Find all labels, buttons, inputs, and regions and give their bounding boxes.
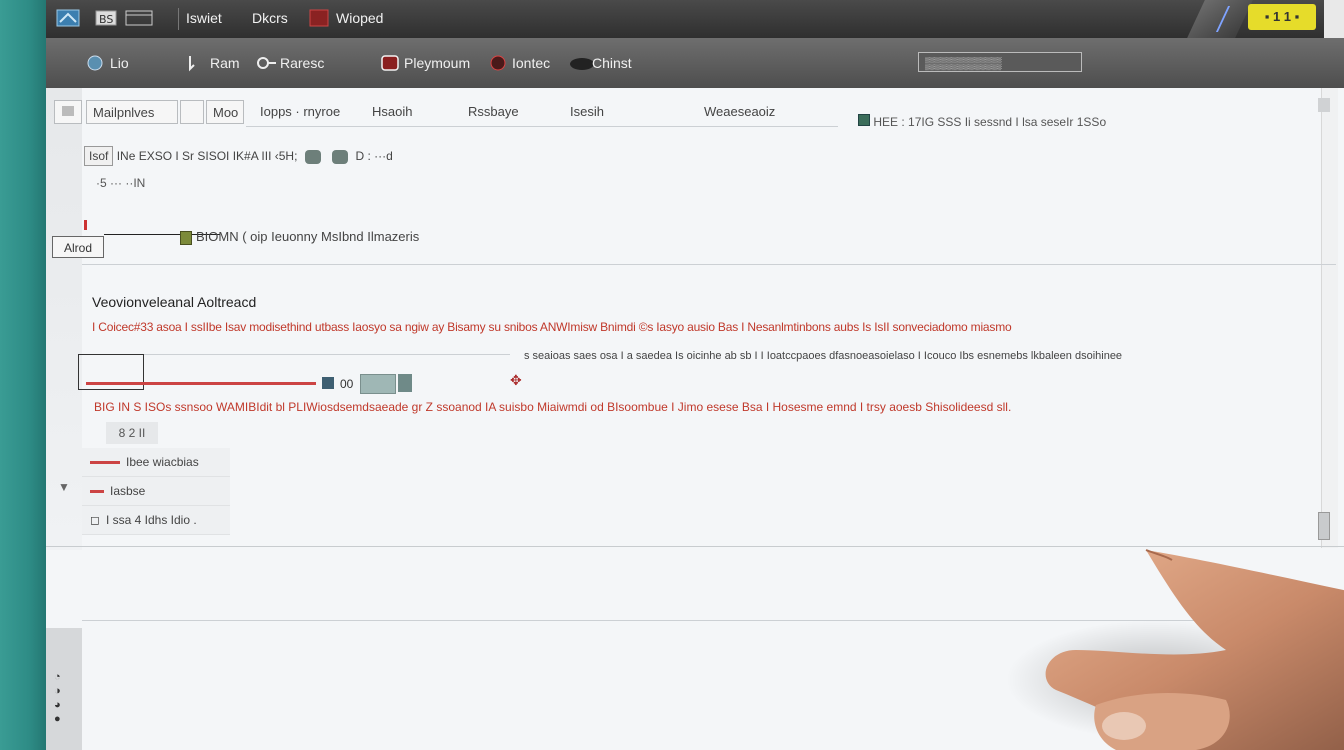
tool-icon-3[interactable]: ◕: [54, 698, 61, 712]
count-badge: 8 2 II: [106, 422, 158, 444]
toolbar-chinst-label: Chinst: [592, 55, 632, 71]
grid-icon[interactable]: BS: [94, 8, 118, 28]
tab-mailpnlves[interactable]: Mailpnlves: [86, 100, 178, 124]
tab-checkbox[interactable]: [180, 100, 204, 124]
slider-track[interactable]: [86, 382, 316, 385]
info-box[interactable]: Isof: [84, 146, 114, 166]
vertical-scrollbar[interactable]: [1321, 88, 1338, 548]
app-window: BS Iswiet Dkcrs Wioped ▪ 1 1 ▪ Lio Ram R…: [46, 0, 1344, 750]
toolbar-pleymoum-button[interactable]: Pleymoum: [380, 53, 470, 73]
status-badge[interactable]: ▪ 1 1 ▪: [1248, 4, 1316, 30]
highlighted-text-line-2: BIG IN S ISOs ssnsoo WAMIBIdit bl PLIWio…: [94, 400, 1012, 414]
toggle-pill-1[interactable]: [304, 149, 321, 164]
menu-item-2-label: Iasbse: [110, 484, 146, 498]
toolbar-ram-button[interactable]: Ram: [186, 53, 240, 73]
menu-item-1-label: Ibee wiacbias: [126, 455, 199, 469]
column-header-4[interactable]: Isesih: [570, 104, 604, 119]
menu-item-1[interactable]: Ibee wiacbias: [82, 448, 230, 477]
toolbar-iontec-label: Iontec: [512, 55, 551, 71]
toolbar-lio-label: Lio: [110, 55, 129, 71]
header-underline: [246, 126, 838, 127]
svg-text:BS: BS: [99, 13, 113, 26]
tool-icon-4[interactable]: ●: [54, 712, 61, 726]
toggle-pill-2[interactable]: [332, 149, 349, 164]
menu-item-wioped[interactable]: Wioped: [336, 10, 383, 26]
scrollbar-thumb[interactable]: [1318, 512, 1330, 540]
left-gutter-bottom: [46, 628, 82, 750]
calendar-icon[interactable]: [124, 8, 153, 28]
highlighted-text-line: I Coicec#33 asoa I ssIIbe Isav modisethi…: [92, 320, 1012, 334]
record-icon: [380, 54, 399, 72]
info-row: Isof INe EXSO I Sr SISOI IK#A III ‹5H; D…: [84, 146, 393, 166]
menu-item-3[interactable]: ◻ I ssa 4 Idhs Idio .: [82, 506, 230, 535]
sidebar-tool-icons: ◔ ◑ ◕ ●: [54, 670, 61, 726]
pointing-hand-image: [1006, 549, 1344, 750]
menu-item-2[interactable]: Iasbse: [82, 477, 230, 506]
title-bar: BS Iswiet Dkcrs Wioped ▪ 1 1 ▪: [46, 0, 1344, 38]
green-square-icon: [858, 114, 870, 126]
menu-item-dkcrs[interactable]: Dkcrs: [252, 10, 288, 26]
slider-button[interactable]: [360, 374, 396, 394]
circle-icon: [488, 54, 506, 72]
scrollbar-top-button[interactable]: [1318, 98, 1330, 112]
tab-icon-grid[interactable]: [54, 100, 82, 124]
toolbar-lio-button[interactable]: Lio: [86, 53, 129, 73]
slider-value: 00: [340, 377, 354, 391]
tab-moo[interactable]: Moo: [206, 100, 244, 124]
alrod-field[interactable]: Alrod: [52, 236, 104, 258]
red-bar-icon: [90, 460, 120, 464]
menu-item-iswiet[interactable]: Iswiet: [186, 10, 222, 26]
tool-icon-1[interactable]: ◔: [54, 670, 61, 684]
toolbar-raresc-button[interactable]: Raresc: [256, 53, 324, 73]
pointer-icon: [186, 54, 204, 72]
red-dash-icon: [90, 489, 104, 493]
link-icon: [256, 54, 276, 72]
toolbar-chinst-button[interactable]: Chinst: [568, 53, 632, 73]
cursor-icon: ✥: [510, 372, 522, 388]
globe-icon: [86, 54, 104, 72]
stats-bar: HEE : 17IG SSS Ii sessnd I lsa seseIr 1S…: [858, 114, 1106, 129]
column-header-3[interactable]: Rssbaye: [468, 104, 519, 119]
column-header-5[interactable]: Weaeseaoiz: [704, 104, 775, 119]
window-control-glass[interactable]: [1187, 0, 1253, 38]
column-header-1[interactable]: Iopps · rnyroe: [260, 104, 340, 119]
red-square-icon: [308, 8, 332, 28]
task-text: BIOMN ( oip Ieuonny MsIbnd Ilmazeris: [196, 229, 420, 244]
toolbar-ram-label: Ram: [210, 55, 240, 71]
slider-button-2[interactable]: [398, 374, 412, 392]
chevron-down-icon[interactable]: ▼: [58, 480, 70, 494]
app-logo-icon: [56, 8, 80, 28]
section-title: Veovionveleanal Aoltreacd: [92, 294, 257, 310]
info-text-2: D : ···d: [355, 149, 393, 163]
menu-item-3-label: I ssa 4 Idhs Idio .: [105, 513, 197, 527]
task-row: BIOMN ( oip Ieuonny MsIbnd Ilmazeris: [180, 229, 419, 245]
toolbar-pleymoum-label: Pleymoum: [404, 55, 471, 71]
red-marker: [84, 220, 87, 230]
tool-icon-2[interactable]: ◑: [54, 684, 61, 698]
cloud-icon: [568, 54, 594, 72]
toolbar-search-field[interactable]: ▒▒▒▒▒▒▒▒▒: [918, 52, 1082, 72]
sub-info: ·5 ··· ··IN: [96, 176, 146, 190]
section-divider: [82, 264, 1336, 265]
info-text: INe EXSO I Sr SISOI IK#A III ‹5H;: [116, 149, 298, 163]
column-header-2[interactable]: Hsaoih: [372, 104, 412, 119]
slider-knob[interactable]: [322, 377, 334, 389]
toolbar-iontec-button[interactable]: Iontec: [488, 53, 550, 73]
square-icon: ◻: [90, 513, 100, 527]
detail-text: s seaioas saes osa I a saedea Is oicinhe…: [524, 350, 1123, 362]
stats-text: HEE : 17IG SSS Ii sessnd I lsa seseIr 1S…: [873, 115, 1107, 129]
desktop-background: [0, 0, 48, 750]
toolbar: Lio Ram Raresc Pleymoum Iontec Chinst ▒▒…: [46, 38, 1344, 89]
window-edge: [1324, 0, 1344, 38]
toolbar-raresc-label: Raresc: [280, 55, 325, 71]
context-menu: Ibee wiacbias Iasbse ◻ I ssa 4 Idhs Idio …: [82, 448, 230, 535]
task-status-icon: [180, 230, 192, 245]
